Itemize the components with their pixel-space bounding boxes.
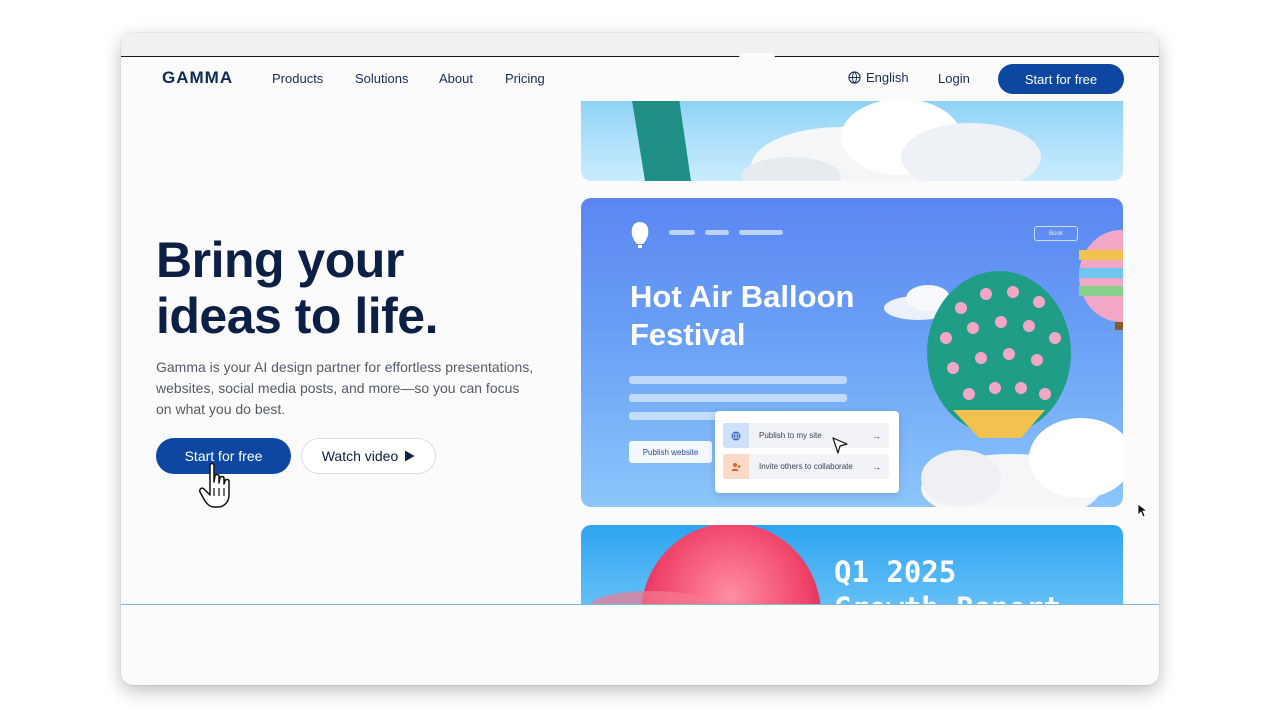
browser-window: Book Hot Air Balloon Festival Publish we… [121, 33, 1159, 685]
hero-subtitle: Gamma is your AI design partner for effo… [156, 359, 534, 417]
nav-start-for-free-button[interactable]: Start for free [998, 64, 1124, 94]
book-button[interactable]: Book [1034, 226, 1078, 241]
hero-title: Bring your ideas to life. [156, 232, 556, 344]
hand-cursor-icon [199, 462, 230, 508]
nav-link-pricing[interactable]: Pricing [505, 71, 545, 86]
text-placeholder-bar [629, 376, 847, 384]
globe-icon [848, 71, 861, 84]
arrow-right-icon: → [872, 430, 881, 441]
language-selector[interactable]: English [848, 70, 909, 85]
watch-video-label: Watch video [321, 448, 399, 464]
hero-title-line2: ideas to life. [156, 288, 438, 344]
user-add-icon [723, 454, 749, 479]
top-navigation: GAMMA Products Solutions About Pricing E… [121, 57, 1159, 101]
hero-title-line1: Bring your [156, 232, 404, 288]
viewport-divider [121, 604, 1159, 605]
gamma-logo[interactable]: GAMMA [162, 68, 233, 88]
menu-item-publish-to-site[interactable]: Publish to my site → [723, 423, 889, 448]
hot-air-balloon-card[interactable]: Book Hot Air Balloon Festival Publish we… [581, 198, 1123, 507]
q1-report-card[interactable]: Q1 2025 Growth Report [581, 525, 1123, 605]
language-label: English [866, 70, 909, 85]
globe-icon [723, 423, 749, 448]
window-titlebar [121, 33, 1159, 57]
arrow-right-icon: → [872, 461, 881, 472]
menu-item-label: Publish to my site [759, 431, 822, 440]
page-viewport[interactable]: Book Hot Air Balloon Festival Publish we… [121, 57, 1159, 605]
report-subtitle: Growth Report [834, 591, 1061, 605]
pointer-cursor-icon [832, 437, 848, 454]
nav-link-solutions[interactable]: Solutions [355, 71, 408, 86]
publish-website-button[interactable]: Publish website [629, 441, 712, 463]
arrow-cursor-icon [1137, 503, 1149, 518]
login-link[interactable]: Login [938, 71, 970, 86]
balloon-card-title: Hot Air Balloon Festival [630, 278, 854, 354]
menu-item-invite-collaborators[interactable]: Invite others to collaborate → [723, 454, 889, 479]
nav-link-products[interactable]: Products [272, 71, 323, 86]
watch-video-button[interactable]: Watch video [301, 438, 436, 474]
nav-link-about[interactable]: About [439, 71, 473, 86]
balloon-title-line1: Hot Air Balloon [630, 279, 855, 314]
balloon-title-line2: Festival [630, 317, 746, 352]
text-placeholder-bar [629, 394, 847, 402]
play-icon [405, 450, 415, 462]
menu-item-label: Invite others to collaborate [759, 462, 853, 471]
report-title: Q1 2025 [834, 555, 957, 589]
publish-menu: Publish to my site → Invite others to co… [715, 411, 899, 493]
